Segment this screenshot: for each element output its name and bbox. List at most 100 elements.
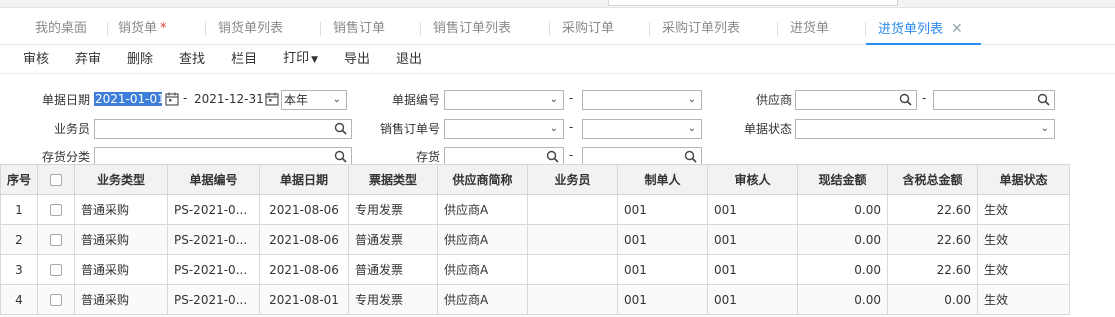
cell-checkbox[interactable] — [37, 254, 75, 285]
range-dash: - — [922, 91, 927, 105]
col-header-invoice-type[interactable]: 票据类型 — [348, 164, 438, 195]
delete-button[interactable]: 删除 — [114, 46, 166, 74]
tab-purchase-order-list[interactable]: 采购订单列表 — [650, 12, 778, 44]
salesman-label: 业务员 — [53, 122, 90, 136]
row-checkbox[interactable] — [50, 204, 62, 216]
calendar-icon[interactable] — [265, 92, 279, 106]
cell-checkbox[interactable] — [37, 284, 75, 315]
select-all-checkbox[interactable] — [50, 174, 62, 186]
tab-sales-order-list[interactable]: 销售订单列表 — [421, 12, 550, 44]
print-button[interactable]: 打印 ▼ — [270, 45, 331, 74]
row-checkbox[interactable] — [50, 294, 62, 306]
date-from-field[interactable]: 2021-01-01 — [94, 90, 162, 110]
stock-class-field[interactable] — [94, 147, 352, 164]
col-header-date[interactable]: 单据日期 — [259, 164, 349, 195]
close-icon[interactable]: ✕ — [951, 12, 963, 46]
cell-status: 生效 — [977, 224, 1070, 255]
tab-purchase-receipt-list[interactable]: 进货单列表 ✕ — [866, 12, 981, 46]
cell-bill-no[interactable]: PS-2021-0... — [167, 254, 260, 285]
row-checkbox[interactable] — [50, 234, 62, 246]
global-search-box[interactable] — [608, 0, 898, 6]
stock-from-field[interactable] — [444, 147, 564, 164]
cell-checkbox[interactable] — [37, 224, 75, 255]
cell-status: 生效 — [977, 284, 1070, 315]
tab-purchase-order[interactable]: 采购订单 — [550, 12, 650, 44]
table-row[interactable]: 3 普通采购 PS-2021-0... 2021-08-06 普通发票 供应商A… — [0, 254, 1070, 285]
tab-sales-order[interactable]: 销售订单 — [321, 12, 421, 44]
tab-purchase-receipt[interactable]: 进货单 — [778, 12, 866, 44]
chevron-down-icon: ⌄ — [549, 94, 558, 105]
col-header-cash-amount[interactable]: 现结金额 — [797, 164, 888, 195]
cell-supplier: 供应商A — [437, 224, 528, 255]
col-header-auditor[interactable]: 审核人 — [707, 164, 798, 195]
bill-no-from-select[interactable]: ⌄ — [444, 90, 564, 110]
exit-button[interactable]: 退出 — [383, 46, 435, 74]
stock-to-field[interactable] — [582, 147, 702, 164]
tab-list: 我的桌面 销货单 * 销货单列表 销售订单 销售订单列表 采购订单 采购订单列表 … — [0, 12, 1115, 45]
status-select[interactable]: ⌄ — [795, 119, 1055, 139]
tab-sales-bill-list[interactable]: 销货单列表 — [206, 12, 321, 44]
active-tab-underline — [866, 43, 981, 45]
sales-order-from-select[interactable]: ⌄ — [444, 119, 564, 139]
sales-order-to-select[interactable]: ⌄ — [582, 119, 702, 139]
search-icon[interactable] — [899, 93, 912, 106]
supplier-from-field[interactable] — [795, 90, 917, 110]
salesman-field[interactable] — [94, 119, 352, 139]
cell-checkbox[interactable] — [37, 194, 75, 225]
date-to-field[interactable]: 2021-12-31 — [192, 90, 264, 110]
export-button[interactable]: 导出 — [331, 46, 383, 74]
chevron-down-icon: ⌄ — [687, 94, 696, 105]
cell-bill-no[interactable]: PS-2021-0... — [167, 224, 260, 255]
tab-my-desktop[interactable]: 我的桌面 — [0, 12, 108, 44]
purchase-receipt-grid: 序号 业务类型 单据编号 单据日期 票据类型 供应商简称 业务员 制单人 审核人… — [0, 164, 1115, 317]
calendar-icon[interactable] — [165, 92, 179, 106]
cell-total-amount: 22.60 — [887, 194, 978, 225]
row-checkbox[interactable] — [50, 264, 62, 276]
table-row[interactable]: 1 普通采购 PS-2021-0... 2021-08-06 专用发票 供应商A… — [0, 194, 1070, 225]
date-range-value: 本年 — [284, 93, 309, 107]
table-row[interactable]: 2 普通采购 PS-2021-0... 2021-08-06 普通发票 供应商A… — [0, 224, 1070, 255]
cell-biz-type: 普通采购 — [74, 194, 168, 225]
col-header-index[interactable]: 序号 — [0, 164, 38, 195]
bill-no-to-select[interactable]: ⌄ — [582, 90, 702, 110]
cell-bill-no[interactable]: PS-2021-0... — [167, 194, 260, 225]
app-root: 我的桌面 销货单 * 销货单列表 销售订单 销售订单列表 采购订单 采购订单列表 … — [0, 0, 1115, 317]
search-icon[interactable] — [546, 150, 559, 163]
tab-label: 进货单 — [790, 21, 830, 36]
cell-cash-amount: 0.00 — [797, 224, 888, 255]
col-header-salesman[interactable]: 业务员 — [527, 164, 618, 195]
toolbar: 审核 弃审 删除 查找 栏目 打印 ▼ 导出 退出 — [0, 46, 1115, 74]
tab-sales-bill[interactable]: 销货单 * — [108, 12, 206, 44]
cell-supplier: 供应商A — [437, 194, 528, 225]
cell-bill-no[interactable]: PS-2021-0... — [167, 284, 260, 315]
cell-cash-amount: 0.00 — [797, 254, 888, 285]
date-range-select[interactable]: 本年 ⌄ — [281, 90, 347, 110]
cell-salesman — [527, 224, 618, 255]
search-icon[interactable] — [334, 150, 347, 163]
col-header-supplier[interactable]: 供应商简称 — [437, 164, 528, 195]
cell-invoice-type: 专用发票 — [348, 284, 438, 315]
supplier-to-field[interactable] — [933, 90, 1055, 110]
table-row[interactable]: 4 普通采购 PS-2021-0... 2021-08-01 专用发票 供应商A… — [0, 284, 1070, 315]
col-header-select-all[interactable] — [37, 164, 75, 195]
col-header-creator[interactable]: 制单人 — [617, 164, 708, 195]
col-header-status[interactable]: 单据状态 — [977, 164, 1070, 195]
find-button[interactable]: 查找 — [166, 46, 218, 74]
search-icon[interactable] — [334, 122, 347, 135]
audit-button[interactable]: 审核 — [10, 46, 62, 74]
search-icon[interactable] — [1037, 93, 1050, 106]
cell-biz-type: 普通采购 — [74, 254, 168, 285]
chevron-down-icon: ⌄ — [332, 94, 341, 105]
col-header-biz-type[interactable]: 业务类型 — [74, 164, 168, 195]
chevron-down-icon: ⌄ — [1040, 123, 1049, 134]
range-dash: - — [569, 120, 574, 134]
unaudit-button[interactable]: 弃审 — [62, 46, 114, 74]
tab-label: 销货单 — [118, 21, 158, 36]
cell-supplier: 供应商A — [437, 284, 528, 315]
columns-button[interactable]: 栏目 — [218, 46, 270, 74]
stock-class-label: 存货分类 — [41, 150, 90, 164]
search-icon[interactable] — [684, 150, 697, 163]
tab-label: 销货单列表 — [218, 21, 284, 36]
col-header-bill-no[interactable]: 单据编号 — [167, 164, 260, 195]
col-header-total-amount[interactable]: 含税总金额 — [887, 164, 978, 195]
